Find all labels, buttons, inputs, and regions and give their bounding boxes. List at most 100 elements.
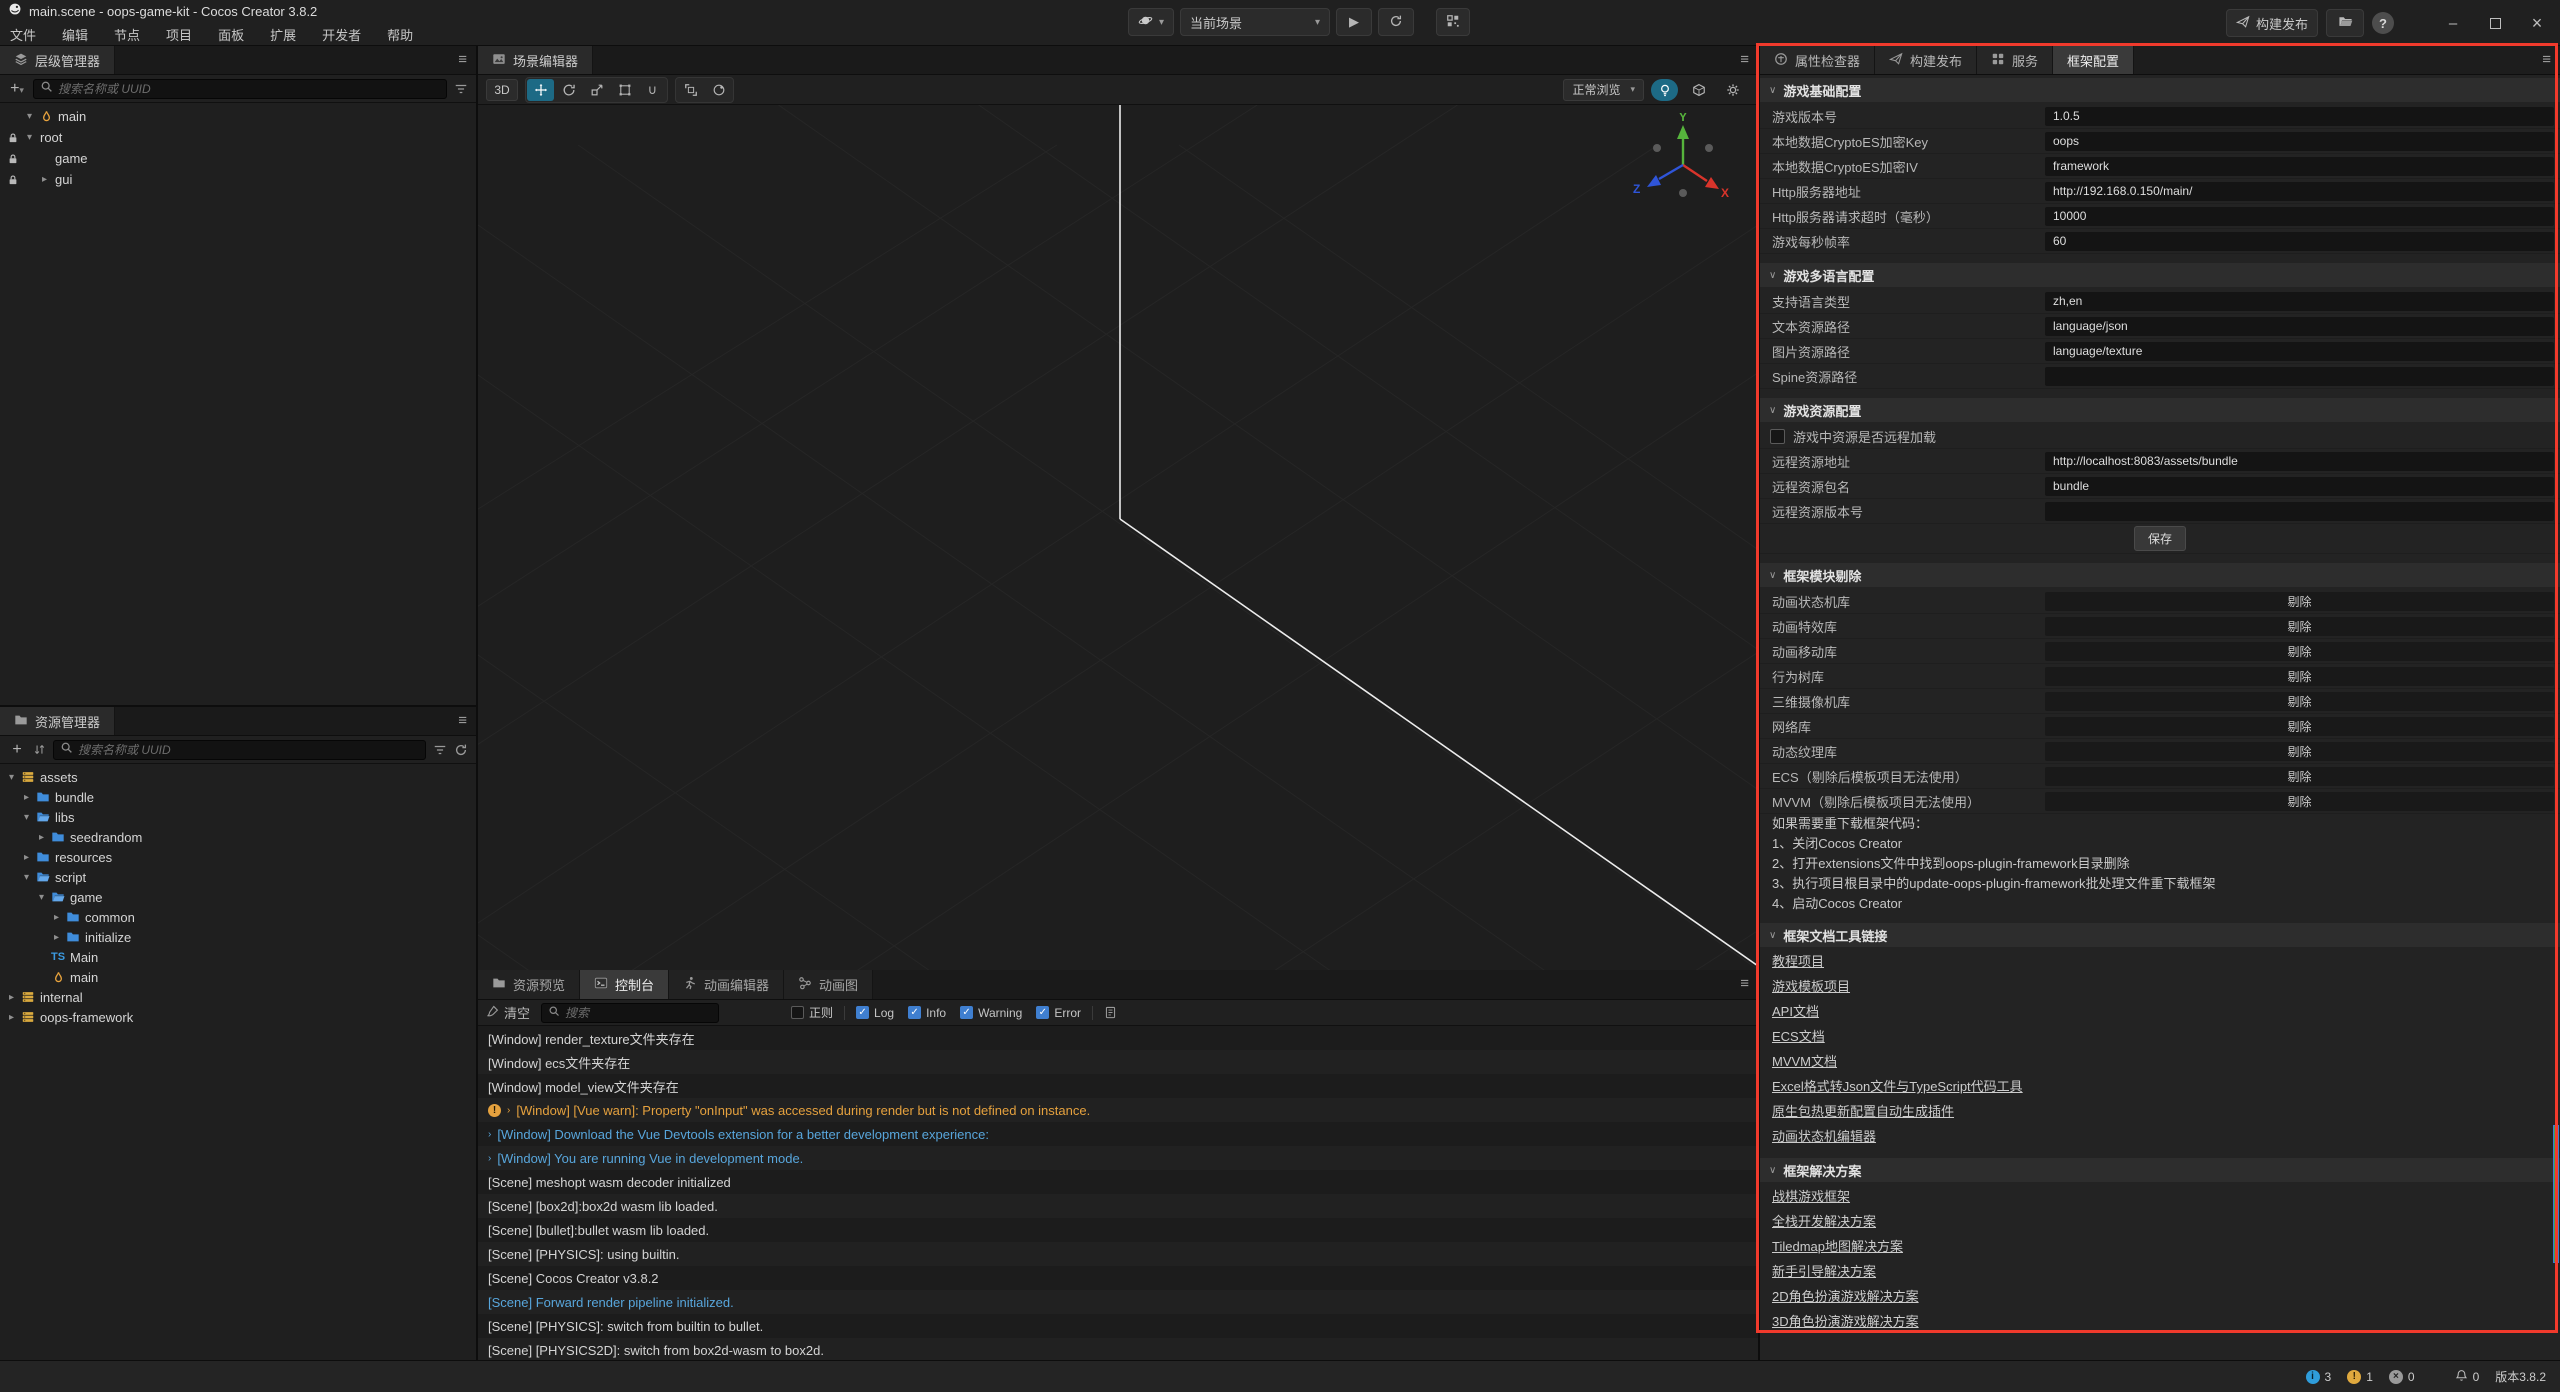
play-button[interactable]: ▶	[1336, 8, 1372, 36]
chevron-right-icon[interactable]: ▸	[34, 832, 49, 843]
open-project-folder-button[interactable]	[2326, 9, 2364, 37]
regex-checkbox[interactable]: 正则	[791, 1004, 833, 1021]
move-tool-button[interactable]	[527, 79, 554, 101]
anchor-tool-button[interactable]: ∪	[639, 79, 666, 101]
asset-node[interactable]: ▸ seedrandom	[0, 827, 476, 847]
remove-module-button[interactable]: 剔除	[2045, 742, 2554, 761]
scene-box-button[interactable]	[1685, 79, 1712, 101]
doc-link[interactable]: ECS文档	[1760, 1024, 1825, 1049]
doc-link[interactable]: 游戏模板项目	[1760, 974, 1850, 999]
tab-console-1[interactable]: 控制台	[580, 970, 669, 999]
chevron-down-icon[interactable]: ▾	[22, 111, 37, 122]
console-message[interactable]: [Window] model_view文件夹存在	[478, 1074, 1758, 1098]
console-message[interactable]: [Window] render_texture文件夹存在	[478, 1026, 1758, 1050]
tab-inspector-2[interactable]: 服务	[1977, 46, 2053, 74]
doc-link[interactable]: API文档	[1760, 999, 1819, 1024]
console-message[interactable]: [Scene] [PHYSICS]: switch from builtin t…	[478, 1314, 1758, 1338]
remove-module-button[interactable]: 剔除	[2045, 692, 2554, 711]
expand-arrow-icon[interactable]: ›	[488, 1153, 491, 1164]
text-input[interactable]: http://192.168.0.150/main/	[2045, 182, 2554, 201]
expand-arrow-icon[interactable]: ›	[507, 1105, 510, 1116]
filter-icon[interactable]	[433, 743, 447, 757]
chevron-right-icon[interactable]: ▸	[49, 912, 64, 923]
console-search[interactable]	[541, 1003, 719, 1023]
hierarchy-node[interactable]: ▾ main	[0, 106, 476, 127]
doc-link[interactable]: 原生包热更新配置自动生成插件	[1760, 1099, 1954, 1124]
text-input[interactable]: 1.0.5	[2045, 107, 2554, 126]
chevron-right-icon[interactable]: ▸	[49, 932, 64, 943]
tab-inspector-3[interactable]: 框架配置	[2053, 46, 2134, 74]
section-header[interactable]: ∨ 框架解决方案	[1760, 1158, 2560, 1182]
asset-node[interactable]: ▸ common	[0, 907, 476, 927]
asset-node[interactable]: ▸ oops-framework	[0, 1007, 476, 1027]
lock-icon[interactable]	[4, 153, 22, 165]
chevron-down-icon[interactable]: ▾	[4, 772, 19, 783]
scale-tool-button[interactable]	[583, 79, 610, 101]
help-button[interactable]: ?	[2372, 12, 2394, 34]
doc-link[interactable]: 战棋游戏框架	[1760, 1184, 1850, 1209]
remote-load-checkbox[interactable]	[1770, 429, 1785, 444]
asset-node[interactable]: main	[0, 967, 476, 987]
scene-settings-gear-button[interactable]	[1719, 79, 1746, 101]
rect-tool-button[interactable]	[611, 79, 638, 101]
hierarchy-node[interactable]: game	[0, 148, 476, 169]
tab-scene-editor[interactable]: 场景编辑器	[478, 46, 593, 74]
status-notification-counter[interactable]: 0	[2455, 1369, 2480, 1385]
asset-node[interactable]: ▸ bundle	[0, 787, 476, 807]
chevron-down-icon[interactable]: ▾	[34, 892, 49, 903]
doc-link[interactable]: 2D角色扮演游戏解决方案	[1760, 1284, 1919, 1309]
asset-node[interactable]: TSMain	[0, 947, 476, 967]
tab-inspector-1[interactable]: 构建发布	[1875, 46, 1977, 74]
doc-link[interactable]: 动画状态机编辑器	[1760, 1124, 1876, 1149]
text-input[interactable]	[2045, 502, 2554, 521]
tab-console-2[interactable]: 动画编辑器	[669, 970, 784, 999]
doc-link[interactable]: 3D角色扮演游戏解决方案	[1760, 1309, 1919, 1334]
scene-select[interactable]: 当前场景 ▾	[1180, 8, 1330, 36]
doc-link[interactable]: MVVM文档	[1760, 1049, 1837, 1074]
console-message[interactable]: [Scene] [box2d]:box2d wasm lib loaded.	[478, 1194, 1758, 1218]
text-input[interactable]: oops	[2045, 132, 2554, 151]
remove-module-button[interactable]: 剔除	[2045, 767, 2554, 786]
text-input[interactable]: 60	[2045, 232, 2554, 251]
filter-icon[interactable]	[454, 82, 468, 96]
console-message[interactable]: [Scene] [bullet]:bullet wasm lib loaded.	[478, 1218, 1758, 1242]
preview-qr-button[interactable]	[1436, 8, 1470, 36]
tab-assets[interactable]: 资源管理器	[0, 707, 115, 735]
filter-log-checkbox[interactable]: ✓ Log	[856, 1006, 894, 1020]
console-clear-button[interactable]: 清空	[486, 1003, 534, 1022]
status-error-counter[interactable]: × 0	[2389, 1370, 2415, 1384]
expand-arrow-icon[interactable]: ›	[488, 1129, 491, 1140]
chevron-right-icon[interactable]: ▸	[19, 792, 34, 803]
lock-icon[interactable]	[4, 174, 22, 186]
chevron-right-icon[interactable]: ▸	[4, 992, 19, 1003]
menu-5[interactable]: 扩展	[270, 25, 296, 44]
panel-menu-icon[interactable]: ≡	[458, 712, 467, 729]
text-input[interactable]: http://localhost:8083/assets/bundle	[2045, 452, 2554, 471]
remove-module-button[interactable]: 剔除	[2045, 792, 2554, 811]
menu-0[interactable]: 文件	[10, 25, 36, 44]
console-message[interactable]: [Window] ecs文件夹存在	[478, 1050, 1758, 1074]
asset-node[interactable]: ▸ internal	[0, 987, 476, 1007]
console-search-input[interactable]	[565, 1006, 712, 1020]
save-button[interactable]: 保存	[2134, 526, 2186, 551]
minimize-button[interactable]: –	[2436, 8, 2470, 38]
menu-1[interactable]: 编辑	[62, 25, 88, 44]
filter-error-checkbox[interactable]: ✓ Error	[1036, 1006, 1081, 1020]
filter-info-checkbox[interactable]: ✓ Info	[908, 1006, 946, 1020]
text-input[interactable]: 10000	[2045, 207, 2554, 226]
console-message[interactable]: [Scene] meshopt wasm decoder initialized	[478, 1170, 1758, 1194]
menu-3[interactable]: 项目	[166, 25, 192, 44]
asset-node[interactable]: ▾ script	[0, 867, 476, 887]
coordinate-mode-button[interactable]	[705, 79, 732, 101]
scene-light-button[interactable]	[1651, 79, 1678, 101]
hierarchy-node[interactable]: ▸ gui	[0, 169, 476, 190]
hierarchy-node[interactable]: ▾ root	[0, 127, 476, 148]
filter-warning-checkbox[interactable]: ✓ Warning	[960, 1006, 1022, 1020]
rotate-tool-button[interactable]	[555, 79, 582, 101]
scrollbar-thumb[interactable]	[2553, 1125, 2559, 1263]
menu-7[interactable]: 帮助	[387, 25, 413, 44]
section-header[interactable]: ∨ 游戏基础配置	[1760, 78, 2560, 102]
console-message[interactable]: [Scene] [PHYSICS]: using builtin.	[478, 1242, 1758, 1266]
doc-link[interactable]: Tiledmap地图解决方案	[1760, 1234, 1903, 1259]
text-input[interactable]: language/json	[2045, 317, 2554, 336]
